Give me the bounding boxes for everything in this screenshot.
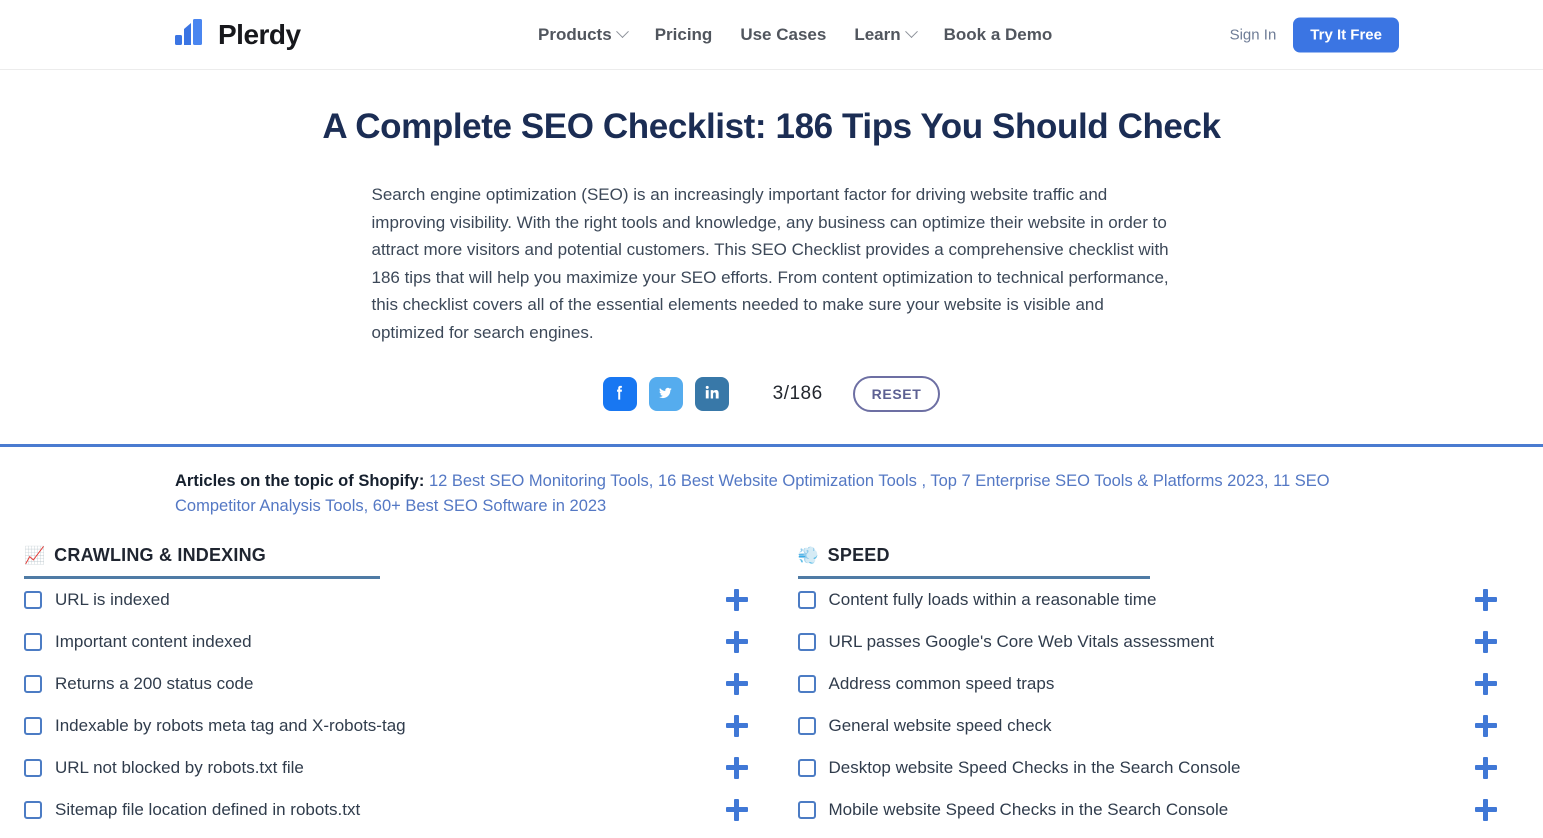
checklist-column-crawling-indexing: 📈 CRAWLING & INDEXING URL is indexed Imp… <box>24 545 772 831</box>
linkedin-share-button[interactable] <box>694 377 729 412</box>
expand-plus-icon[interactable] <box>1475 673 1497 696</box>
checkbox[interactable] <box>797 675 816 694</box>
checklist-item-label[interactable]: Desktop website Speed Checks in the Sear… <box>829 758 1241 778</box>
expand-plus-icon[interactable] <box>1475 757 1497 780</box>
checklist-item-label[interactable]: Content fully loads within a reasonable … <box>829 590 1157 610</box>
checklist-item[interactable]: Important content indexed <box>24 621 748 663</box>
twitter-icon <box>656 383 675 405</box>
nav-item-pricing[interactable]: Pricing <box>655 25 713 45</box>
checklist-item-label[interactable]: URL passes Google's Core Web Vitals asse… <box>829 632 1215 652</box>
checkbox[interactable] <box>24 801 42 820</box>
hero-divider <box>0 444 1543 448</box>
bar-chart-logo-icon <box>175 19 209 50</box>
expand-plus-icon[interactable] <box>1475 799 1497 822</box>
checkbox[interactable] <box>24 675 42 694</box>
checkbox[interactable] <box>797 801 816 820</box>
related-articles: Articles on the topic of Shopify: 12 Bes… <box>175 469 1355 519</box>
nav-item-products[interactable]: Products <box>538 24 629 45</box>
checklist-item[interactable]: Mobile website Speed Checks in the Searc… <box>797 789 1497 831</box>
checklist-item[interactable]: Indexable by robots meta tag and X-robot… <box>24 705 748 747</box>
expand-plus-icon[interactable] <box>1475 631 1497 654</box>
expand-plus-icon[interactable] <box>1475 715 1497 738</box>
expand-plus-icon[interactable] <box>725 715 748 738</box>
checklist-item[interactable]: Desktop website Speed Checks in the Sear… <box>797 747 1497 789</box>
section-header-crawling-indexing: 📈 CRAWLING & INDEXING <box>24 545 380 580</box>
main-navigation: Products Pricing Use Cases Learn Book a … <box>538 25 1052 45</box>
try-it-free-button[interactable]: Try It Free <box>1293 17 1399 52</box>
progress-counter: 3/186 <box>772 383 823 405</box>
checklist-column-speed: 💨 SPEED Content fully loads within a rea… <box>772 545 1520 831</box>
checklist-item[interactable]: Returns a 200 status code <box>24 663 748 705</box>
checkbox[interactable] <box>24 591 42 610</box>
checkbox[interactable] <box>24 717 42 736</box>
checklist-item-label[interactable]: Address common speed traps <box>829 674 1055 694</box>
site-header: Plerdy Products Pricing Use Cases Learn … <box>0 0 1543 70</box>
checklist-item[interactable]: Address common speed traps <box>797 663 1497 705</box>
dashing-away-icon: 💨 <box>797 546 819 566</box>
section-title: SPEED <box>827 545 890 566</box>
checkbox[interactable] <box>797 591 816 610</box>
checklist-item[interactable]: Sitemap file location defined in robots.… <box>24 789 748 831</box>
article-link-3[interactable]: Top 7 Enterprise SEO Tools & Platforms 2… <box>930 472 1268 490</box>
ukraine-flag-icon <box>312 21 338 38</box>
nav-label: Book a Demo <box>943 24 1053 44</box>
articles-label: Articles on the topic of Shopify: <box>175 472 425 491</box>
checkbox[interactable] <box>797 717 816 736</box>
nav-label: Pricing <box>654 24 713 44</box>
expand-plus-icon[interactable] <box>725 757 748 780</box>
checklist-item-label[interactable]: General website speed check <box>829 716 1052 736</box>
nav-item-use-cases[interactable]: Use Cases <box>740 25 826 45</box>
nav-item-book-a-demo[interactable]: Book a Demo <box>944 25 1053 45</box>
checklist-item-label[interactable]: URL is indexed <box>55 590 170 610</box>
checklist-item[interactable]: General website speed check <box>797 705 1497 747</box>
nav-item-learn[interactable]: Learn <box>854 24 918 45</box>
checklist-item[interactable]: URL passes Google's Core Web Vitals asse… <box>797 621 1497 663</box>
header-actions: Sign In Try It Free <box>1230 17 1399 52</box>
hero-section: A Complete SEO Checklist: 186 Tips You S… <box>0 70 1543 448</box>
linkedin-icon <box>702 383 721 405</box>
expand-plus-icon[interactable] <box>725 673 748 696</box>
expand-plus-icon[interactable] <box>725 631 748 654</box>
chevron-down-icon <box>904 25 918 39</box>
checklist-item-label[interactable]: URL not blocked by robots.txt file <box>55 758 304 778</box>
section-header-speed: 💨 SPEED <box>797 545 1150 580</box>
checklist-item-label[interactable]: Sitemap file location defined in robots.… <box>55 800 360 820</box>
expand-plus-icon[interactable] <box>725 799 748 822</box>
checklist-item-label[interactable]: Returns a 200 status code <box>55 674 253 694</box>
checklist-item-label[interactable]: Mobile website Speed Checks in the Searc… <box>829 800 1229 820</box>
expand-plus-icon[interactable] <box>725 589 748 612</box>
brand-name: Plerdy <box>218 18 301 50</box>
chart-increasing-icon: 📈 <box>24 546 46 566</box>
facebook-icon <box>610 383 629 405</box>
share-and-progress-row: 3/186 RESET <box>0 376 1543 413</box>
article-link-2[interactable]: 16 Best Website Optimization Tools , <box>658 472 926 490</box>
checkbox[interactable] <box>797 759 816 778</box>
sign-in-link[interactable]: Sign In <box>1230 26 1277 43</box>
checkbox[interactable] <box>24 633 42 652</box>
checklist-item[interactable]: URL not blocked by robots.txt file <box>24 747 748 789</box>
twitter-share-button[interactable] <box>648 377 683 412</box>
reset-button[interactable]: RESET <box>852 376 941 413</box>
hero-description: Search engine optimization (SEO) is an i… <box>371 185 1169 342</box>
nav-label: Products <box>538 24 612 44</box>
page-title: A Complete SEO Checklist: 186 Tips You S… <box>322 107 1221 146</box>
nav-label: Learn <box>854 24 901 44</box>
brand-logo[interactable]: Plerdy <box>175 19 338 51</box>
checkbox[interactable] <box>24 759 42 778</box>
expand-plus-icon[interactable] <box>1475 589 1497 612</box>
checklist-item[interactable]: URL is indexed <box>24 579 748 621</box>
article-link-1[interactable]: 12 Best SEO Monitoring Tools, <box>429 472 653 490</box>
facebook-share-button[interactable] <box>602 377 637 412</box>
section-title: CRAWLING & INDEXING <box>54 545 266 566</box>
article-link-5[interactable]: 60+ Best SEO Software in 2023 <box>373 497 606 515</box>
chevron-down-icon <box>615 25 629 39</box>
checkbox[interactable] <box>797 633 816 652</box>
checklist-item-label[interactable]: Important content indexed <box>55 632 252 652</box>
checklist-grid: 📈 CRAWLING & INDEXING URL is indexed Imp… <box>0 545 1543 831</box>
checklist-item[interactable]: Content fully loads within a reasonable … <box>797 579 1497 621</box>
nav-label: Use Cases <box>740 24 827 44</box>
checklist-item-label[interactable]: Indexable by robots meta tag and X-robot… <box>55 716 406 736</box>
